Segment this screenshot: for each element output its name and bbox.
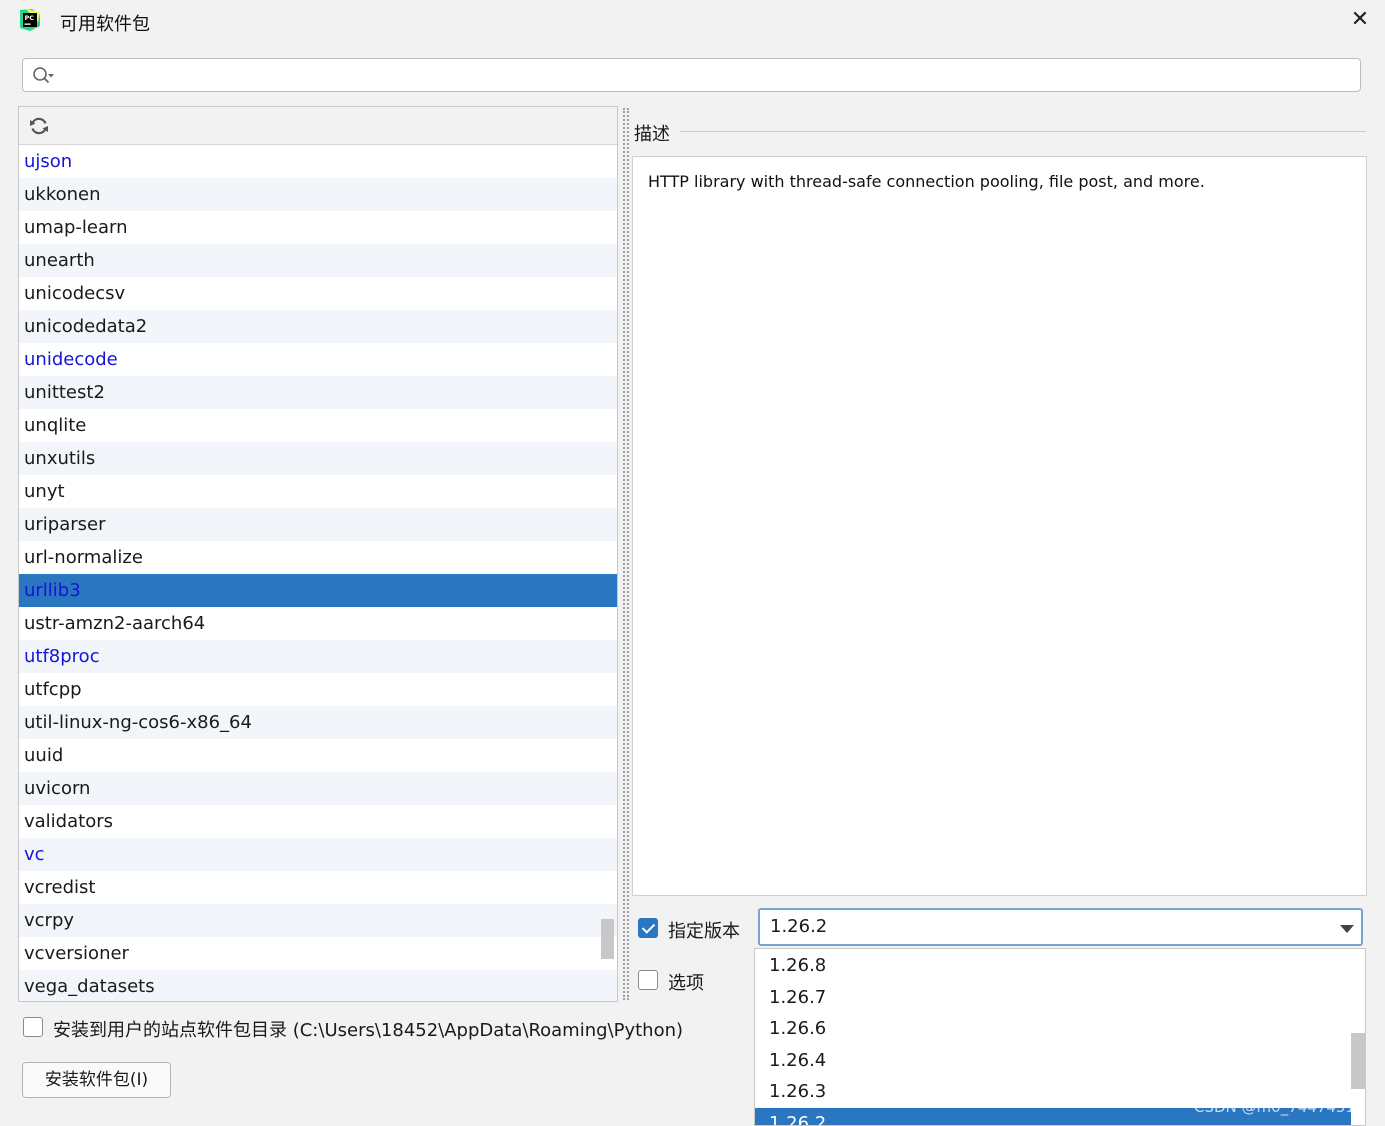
splitter[interactable] <box>623 108 629 1000</box>
options-checkbox[interactable] <box>638 970 658 990</box>
install-package-button[interactable]: 安装软件包(I) <box>22 1062 171 1098</box>
package-row[interactable]: umap-learn <box>19 211 617 244</box>
version-option[interactable]: 1.26.8 <box>755 950 1351 982</box>
package-row[interactable]: utf8proc <box>19 640 617 673</box>
specify-version-label: 指定版本 <box>668 921 740 942</box>
description-box: HTTP library with thread-safe connection… <box>632 156 1367 896</box>
package-row[interactable]: uuid <box>19 739 617 772</box>
search-icon[interactable] <box>31 65 55 87</box>
version-option[interactable]: 1.26.6 <box>755 1013 1351 1045</box>
package-row[interactable]: ustr-amzn2-aarch64 <box>19 607 617 640</box>
search-field[interactable] <box>22 58 1361 92</box>
package-row[interactable]: url-normalize <box>19 541 617 574</box>
list-toolbar <box>19 107 617 145</box>
description-divider <box>680 131 1366 132</box>
description-text: HTTP library with thread-safe connection… <box>648 172 1205 191</box>
dropdown-scrollbar-thumb[interactable] <box>1351 1033 1365 1089</box>
package-list-panel: ujson ukkonen umap-learn unearth unicodecsv u… <box>18 106 618 1002</box>
version-option[interactable]: 1.26.4 <box>755 1045 1351 1077</box>
package-row[interactable]: unicodedata2 <box>19 310 617 343</box>
package-list: ujson ukkonen umap-learn unearth unicodecsv u… <box>19 145 617 1001</box>
package-row[interactable]: vega_datasets <box>19 970 617 1001</box>
package-row[interactable]: vcversioner <box>19 937 617 970</box>
svg-text:PC: PC <box>25 14 35 22</box>
version-option[interactable]: 1.26.7 <box>755 982 1351 1014</box>
version-select[interactable]: 1.26.2 <box>758 908 1363 946</box>
package-row[interactable]: urllib3 <box>19 574 617 607</box>
package-row[interactable]: unidecode <box>19 343 617 376</box>
package-row[interactable]: unittest2 <box>19 376 617 409</box>
description-label: 描述 <box>634 124 670 145</box>
package-row[interactable]: util-linux-ng-cos6-x86_64 <box>19 706 617 739</box>
package-row[interactable]: uriparser <box>19 508 617 541</box>
package-row[interactable]: unxutils <box>19 442 617 475</box>
install-to-user-label: 安装到用户的站点软件包目录 (C:\Users\18452\AppData\Ro… <box>53 1020 684 1041</box>
window-title: 可用软件包 <box>60 14 150 35</box>
package-row[interactable]: vc <box>19 838 617 871</box>
refresh-icon[interactable] <box>28 115 50 137</box>
options-label: 选项 <box>668 973 704 994</box>
package-row[interactable]: validators <box>19 805 617 838</box>
package-row[interactable]: uvicorn <box>19 772 617 805</box>
package-row[interactable]: vcrpy <box>19 904 617 937</box>
package-row[interactable]: utfcpp <box>19 673 617 706</box>
package-row[interactable]: unqlite <box>19 409 617 442</box>
close-icon[interactable]: ✕ <box>1346 6 1374 34</box>
list-scrollbar-thumb[interactable] <box>601 919 614 959</box>
package-row[interactable]: ujson <box>19 145 617 178</box>
version-select-value: 1.26.2 <box>770 916 828 937</box>
package-row[interactable]: unearth <box>19 244 617 277</box>
package-row[interactable]: ukkonen <box>19 178 617 211</box>
watermark: CSDN @m0_74474518 <box>1194 1098 1365 1116</box>
specify-version-checkbox[interactable] <box>638 918 658 938</box>
install-to-user-checkbox[interactable] <box>23 1017 43 1037</box>
package-row[interactable]: unicodecsv <box>19 277 617 310</box>
title-bar: PC 可用软件包 ✕ <box>0 0 1385 44</box>
chevron-down-icon[interactable] <box>1340 925 1354 933</box>
package-row[interactable]: vcredist <box>19 871 617 904</box>
pycharm-icon: PC <box>18 8 42 32</box>
package-row[interactable]: unyt <box>19 475 617 508</box>
search-input[interactable] <box>63 63 1357 89</box>
